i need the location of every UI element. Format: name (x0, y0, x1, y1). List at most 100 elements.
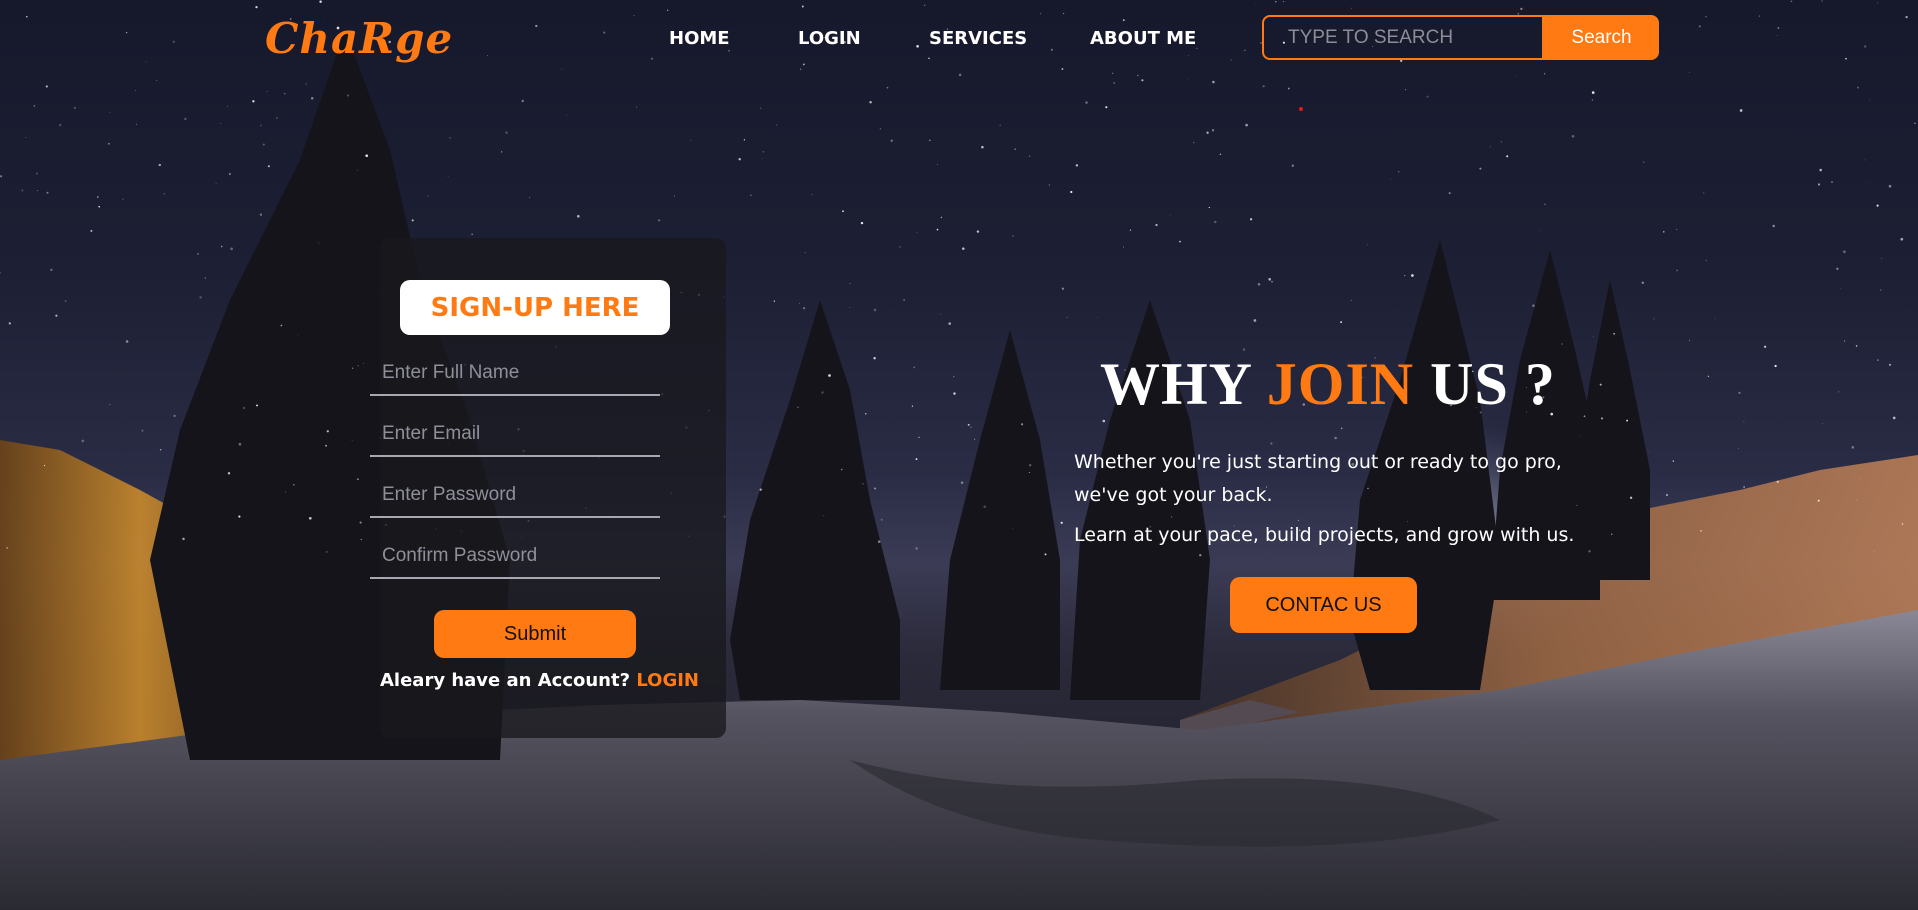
signup-card: SIGN-UP HERE Submit Aleary have an Accou… (370, 238, 726, 738)
nav-about-me[interactable]: ABOUT ME (1090, 28, 1196, 49)
star (1672, 460, 1675, 462)
star (447, 176, 449, 178)
star (73, 106, 77, 110)
star (1772, 224, 1775, 228)
star (1244, 49, 1246, 52)
star (1873, 550, 1875, 552)
star (561, 68, 563, 70)
star (1155, 223, 1158, 227)
nav-login[interactable]: LOGIN (798, 28, 861, 49)
star (1340, 427, 1343, 430)
star (690, 139, 692, 141)
star (1257, 283, 1261, 286)
star (635, 106, 637, 108)
star (1774, 364, 1777, 368)
star (1698, 25, 1701, 28)
star (528, 196, 531, 199)
star (1268, 278, 1271, 281)
password-field[interactable] (370, 474, 660, 518)
star (1405, 89, 1406, 91)
star (1599, 383, 1602, 386)
star (903, 298, 906, 301)
star (940, 313, 942, 315)
search-button[interactable]: Search (1544, 15, 1659, 60)
star (1544, 203, 1546, 205)
red-dot (1299, 107, 1303, 111)
contact-us-button[interactable]: CONTAC US (1230, 577, 1417, 633)
star (1367, 244, 1369, 246)
star (953, 392, 956, 395)
star (1028, 471, 1030, 474)
star (1843, 340, 1846, 342)
star (1061, 287, 1065, 290)
star (918, 436, 920, 439)
star (1914, 122, 1916, 124)
star (1876, 204, 1879, 207)
star (411, 219, 414, 222)
star (842, 210, 844, 213)
star (326, 551, 328, 553)
star (1028, 463, 1032, 467)
star (1085, 101, 1088, 104)
star (1404, 275, 1406, 277)
star (1600, 417, 1604, 420)
star (1532, 304, 1535, 307)
star (1012, 235, 1014, 237)
star (1790, 0, 1793, 3)
email-field[interactable] (370, 413, 660, 457)
star (1610, 533, 1613, 535)
star (141, 429, 144, 432)
star (1743, 421, 1745, 423)
star (915, 547, 918, 550)
star (1340, 321, 1343, 324)
star (163, 193, 165, 195)
full-name-field[interactable] (370, 352, 660, 396)
brand-logo[interactable]: ChaRge (265, 14, 453, 63)
star (136, 123, 137, 125)
star (1836, 267, 1839, 270)
star (1206, 131, 1209, 134)
star (58, 123, 62, 127)
star (159, 449, 162, 451)
search-input[interactable] (1262, 15, 1544, 60)
star (916, 231, 918, 233)
star (1737, 448, 1739, 449)
star (880, 518, 883, 521)
star (1097, 316, 1099, 318)
star (1179, 240, 1181, 243)
star (1021, 423, 1024, 426)
star (1845, 57, 1847, 60)
submit-button[interactable]: Submit (434, 610, 636, 658)
star (1048, 184, 1050, 186)
nav-services[interactable]: SERVICES (929, 28, 1027, 49)
star (293, 483, 295, 486)
confirm-password-field[interactable] (370, 535, 660, 579)
star (362, 362, 364, 364)
star (1653, 318, 1655, 320)
star (1901, 523, 1904, 525)
star (26, 15, 28, 18)
star (357, 365, 359, 367)
star (1593, 336, 1594, 337)
have-account-text: Aleary have an Account? LOGIN (380, 670, 699, 691)
star (1859, 478, 1860, 479)
star (1863, 45, 1867, 48)
login-link[interactable]: LOGIN (636, 670, 699, 691)
star (357, 169, 358, 171)
star (1626, 419, 1629, 422)
star (948, 322, 952, 325)
star (6, 546, 9, 549)
star (566, 114, 568, 116)
star (1864, 183, 1866, 185)
star (1707, 375, 1710, 377)
star (227, 472, 231, 475)
star (999, 124, 1001, 126)
star (879, 128, 881, 130)
star (158, 163, 161, 167)
nav-home[interactable]: HOME (669, 28, 730, 49)
star (1062, 12, 1065, 15)
star (262, 143, 265, 146)
star (1831, 181, 1833, 183)
star (1274, 0, 1277, 3)
star (284, 491, 286, 493)
